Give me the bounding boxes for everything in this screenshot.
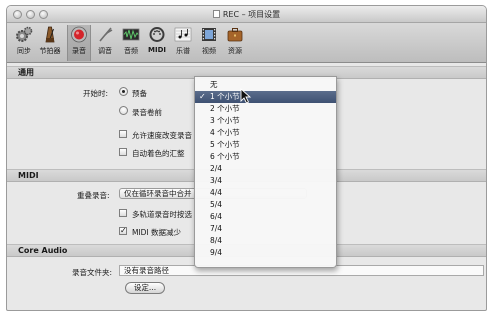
menu-item-2-4[interactable]: 2/4 xyxy=(195,163,336,175)
menu-item-4-bars[interactable]: 4 个小节 xyxy=(195,127,336,139)
menu-item-3-4[interactable]: 3/4 xyxy=(195,175,336,187)
tab-tuning-label: 调音 xyxy=(98,47,112,55)
tab-metronome[interactable]: 节拍器 xyxy=(38,25,62,61)
menu-item-label: 无 xyxy=(210,80,218,89)
record-icon xyxy=(70,26,88,43)
menu-item-label: 7/4 xyxy=(210,224,223,233)
tab-video[interactable]: 视频 xyxy=(197,25,221,61)
tab-recording-label: 录音 xyxy=(72,47,86,55)
midi-data-reduction-label: MIDI 数据减少 xyxy=(132,228,182,237)
set-folder-button[interactable]: 设定... xyxy=(125,282,165,294)
menu-item-none[interactable]: 无 xyxy=(195,79,336,91)
menu-item-label: 4 个小节 xyxy=(210,128,240,137)
allow-tempo-change-checkbox[interactable] xyxy=(119,130,127,138)
start-label: 开始时: xyxy=(83,89,109,98)
allow-tempo-change-label: 允许速度改变录音 xyxy=(132,131,192,140)
tab-sync-label: 同步 xyxy=(17,47,31,55)
tab-score-label: 乐谱 xyxy=(176,47,190,55)
menu-item-2-bars[interactable]: 2 个小节 xyxy=(195,103,336,115)
pre-roll-radio[interactable] xyxy=(119,106,128,115)
auto-colorize-checkbox[interactable] xyxy=(119,148,127,156)
menu-item-9-4[interactable]: 9/4 xyxy=(195,247,336,259)
menu-item-label: 6 个小节 xyxy=(210,152,240,161)
count-in-dropdown-menu: 无 ✓ 1 个小节 2 个小节 3 个小节 4 个小节 5 个小节 6 个小节 2… xyxy=(194,76,337,268)
briefcase-icon xyxy=(226,26,244,43)
count-in-label: 预备 xyxy=(132,89,147,98)
menu-item-label: 3/4 xyxy=(210,176,223,185)
film-icon xyxy=(200,26,218,43)
document-icon xyxy=(212,10,220,18)
mouse-pointer-icon xyxy=(240,87,252,104)
score-notes-icon xyxy=(174,26,192,43)
title-bar: REC – 项目设置 xyxy=(7,6,486,23)
recording-folder-value: 没有录音路径 xyxy=(124,266,169,275)
menu-item-5-bars[interactable]: 5 个小节 xyxy=(195,139,336,151)
overlap-recording-label: 重叠录音: xyxy=(77,191,110,200)
menu-item-label: 3 个小节 xyxy=(210,116,240,125)
settings-toolbar: 同步 节拍器 录音 调音 音频 MIDI 乐谱 视频 资源 xyxy=(7,23,486,63)
tab-tuning[interactable]: 调音 xyxy=(93,25,117,61)
tab-assets-label: 资源 xyxy=(228,47,242,55)
menu-item-8-4[interactable]: 8/4 xyxy=(195,235,336,247)
tab-midi-label: MIDI xyxy=(148,46,166,54)
midi-connector-icon xyxy=(148,26,166,43)
menu-item-label: 1 个小节 xyxy=(210,92,240,101)
menu-item-label: 2 个小节 xyxy=(210,104,240,113)
tab-score[interactable]: 乐谱 xyxy=(171,25,195,61)
menu-item-5-4[interactable]: 5/4 xyxy=(195,199,336,211)
window-title-container: REC – 项目设置 xyxy=(7,9,486,20)
menu-item-6-4[interactable]: 6/4 xyxy=(195,211,336,223)
window-title: REC – 项目设置 xyxy=(222,10,281,19)
menu-item-1-bar[interactable]: ✓ 1 个小节 xyxy=(195,91,336,103)
tuning-fork-icon xyxy=(96,26,114,43)
menu-item-label: 2/4 xyxy=(210,164,223,173)
count-in-radio[interactable] xyxy=(119,87,128,96)
multitrack-label: 多轨道录音时按选 xyxy=(132,210,192,219)
overlap-recording-value: 仅在循环录音中合并 xyxy=(124,189,192,198)
menu-item-label: 5/4 xyxy=(210,200,223,209)
tab-midi[interactable]: MIDI xyxy=(145,25,169,61)
pre-roll-label: 录音卷前 xyxy=(132,108,162,117)
tab-assets[interactable]: 资源 xyxy=(223,25,247,61)
menu-item-3-bars[interactable]: 3 个小节 xyxy=(195,115,336,127)
menu-item-label: 8/4 xyxy=(210,236,223,245)
menu-item-7-4[interactable]: 7/4 xyxy=(195,223,336,235)
menu-item-6-bars[interactable]: 6 个小节 xyxy=(195,151,336,163)
multitrack-checkbox[interactable] xyxy=(119,209,127,217)
project-settings-window: REC – 项目设置 同步 节拍器 录音 调音 音频 MIDI 乐谱 视频 资源… xyxy=(6,5,487,311)
tab-video-label: 视频 xyxy=(202,47,216,55)
menu-item-4-4[interactable]: 4/4 xyxy=(195,187,336,199)
recording-folder-label: 录音文件夹: xyxy=(72,268,113,277)
menu-item-label: 5 个小节 xyxy=(210,140,240,149)
tab-audio-label: 音频 xyxy=(124,47,138,55)
auto-colorize-label: 自动着色的汇整 xyxy=(132,149,185,158)
metronome-icon xyxy=(41,26,59,43)
menu-item-label: 9/4 xyxy=(210,248,223,257)
audio-waveform-icon xyxy=(122,26,140,43)
checkmark-icon: ✓ xyxy=(199,92,206,101)
tab-sync[interactable]: 同步 xyxy=(12,25,36,61)
menu-item-label: 6/4 xyxy=(210,212,223,221)
tab-audio[interactable]: 音频 xyxy=(119,25,143,61)
tab-recording[interactable]: 录音 xyxy=(67,25,91,61)
gears-icon xyxy=(15,26,33,43)
tab-metronome-label: 节拍器 xyxy=(39,47,61,55)
menu-item-label: 4/4 xyxy=(210,188,223,197)
midi-data-reduction-checkbox[interactable]: ✓ xyxy=(119,227,127,235)
